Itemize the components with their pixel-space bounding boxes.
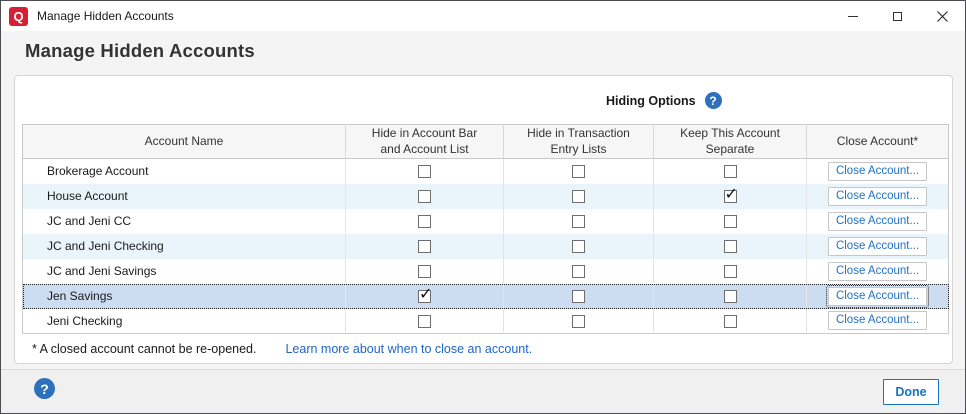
table-row[interactable]: JC and Jeni CC Close Account... xyxy=(23,209,949,234)
account-name: Jeni Checking xyxy=(23,309,346,334)
account-name: JC and Jeni CC xyxy=(23,209,346,234)
account-name: JC and Jeni Checking xyxy=(23,234,346,259)
hide-in-account-bar-checkbox[interactable] xyxy=(418,190,431,203)
hiding-options-header: Hiding Options ? xyxy=(606,92,722,109)
column-header-hide-transaction-lists: Hide in Transaction Entry Lists xyxy=(504,125,654,159)
table-row[interactable]: Brokerage Account Close Account... xyxy=(23,159,949,184)
account-name: Brokerage Account xyxy=(23,159,346,184)
close-account-button[interactable]: Close Account... xyxy=(828,262,927,281)
table-row[interactable]: House Account Close Account... xyxy=(23,184,949,209)
quicken-logo-icon: Q xyxy=(9,7,28,26)
column-header-keep-separate: Keep This Account Separate xyxy=(654,125,807,159)
keep-separate-checkbox[interactable] xyxy=(724,315,737,328)
table-row-selected[interactable]: Jen Savings Close Account... xyxy=(23,284,949,309)
account-name: Jen Savings xyxy=(23,284,346,309)
close-account-button[interactable]: Close Account... xyxy=(828,162,927,181)
table-row[interactable]: Jeni Checking Close Account... xyxy=(23,309,949,334)
keep-separate-checkbox[interactable] xyxy=(724,265,737,278)
maximize-button[interactable] xyxy=(875,1,920,31)
hide-in-transaction-lists-checkbox[interactable] xyxy=(572,215,585,228)
column-header-hide-account-bar: Hide in Account Bar and Account List xyxy=(346,125,504,159)
hide-in-transaction-lists-checkbox[interactable] xyxy=(572,190,585,203)
bottom-bar: ? Done xyxy=(1,369,965,413)
table-row[interactable]: JC and Jeni Savings Close Account... xyxy=(23,259,949,284)
table-header-row: Account Name Hide in Account Bar and Acc… xyxy=(23,125,949,159)
close-account-button[interactable]: Close Account... xyxy=(828,287,927,306)
accounts-panel: Hiding Options ? Account Name Hide in Ac… xyxy=(14,75,953,364)
learn-more-link[interactable]: Learn more about when to close an accoun… xyxy=(285,342,532,356)
minimize-button[interactable] xyxy=(830,1,875,31)
hide-in-transaction-lists-checkbox[interactable] xyxy=(572,315,585,328)
account-name: JC and Jeni Savings xyxy=(23,259,346,284)
hiding-options-help-icon[interactable]: ? xyxy=(705,92,722,109)
keep-separate-checkbox[interactable] xyxy=(724,240,737,253)
help-icon[interactable]: ? xyxy=(34,378,55,399)
hide-in-account-bar-checkbox[interactable] xyxy=(418,265,431,278)
close-button[interactable] xyxy=(920,1,965,31)
keep-separate-checkbox[interactable] xyxy=(724,290,737,303)
close-icon xyxy=(937,11,948,22)
titlebar: Q Manage Hidden Accounts xyxy=(1,1,965,31)
hide-in-account-bar-checkbox[interactable] xyxy=(418,215,431,228)
column-header-close-account: Close Account* xyxy=(807,125,949,159)
done-button[interactable]: Done xyxy=(883,379,939,405)
maximize-icon xyxy=(893,12,902,21)
hide-in-account-bar-checkbox[interactable] xyxy=(418,315,431,328)
caption-buttons xyxy=(830,1,965,31)
keep-separate-checkbox[interactable] xyxy=(724,165,737,178)
keep-separate-checkbox[interactable] xyxy=(724,215,737,228)
close-account-button[interactable]: Close Account... xyxy=(828,212,927,231)
hide-in-account-bar-checkbox[interactable] xyxy=(418,165,431,178)
hide-in-account-bar-checkbox[interactable] xyxy=(418,290,431,303)
close-account-button[interactable]: Close Account... xyxy=(828,187,927,206)
column-header-account-name: Account Name xyxy=(23,125,346,159)
hide-in-transaction-lists-checkbox[interactable] xyxy=(572,165,585,178)
manage-hidden-accounts-dialog: Q Manage Hidden Accounts Manage Hidden A… xyxy=(0,0,966,414)
hidden-accounts-table: Account Name Hide in Account Bar and Acc… xyxy=(22,124,949,334)
hide-in-transaction-lists-checkbox[interactable] xyxy=(572,290,585,303)
hide-in-account-bar-checkbox[interactable] xyxy=(418,240,431,253)
hiding-options-label: Hiding Options xyxy=(606,94,696,108)
hide-in-transaction-lists-checkbox[interactable] xyxy=(572,240,585,253)
close-account-button[interactable]: Close Account... xyxy=(828,311,927,330)
close-account-button[interactable]: Close Account... xyxy=(828,237,927,256)
footnote: * A closed account cannot be re-opened. … xyxy=(32,342,532,356)
window-title: Manage Hidden Accounts xyxy=(37,9,174,23)
minimize-icon xyxy=(848,16,858,17)
footnote-text: * A closed account cannot be re-opened. xyxy=(32,342,256,356)
table-row[interactable]: JC and Jeni Checking Close Account... xyxy=(23,234,949,259)
hide-in-transaction-lists-checkbox[interactable] xyxy=(572,265,585,278)
keep-separate-checkbox[interactable] xyxy=(724,190,737,203)
account-name: House Account xyxy=(23,184,346,209)
page-title: Manage Hidden Accounts xyxy=(25,40,255,62)
